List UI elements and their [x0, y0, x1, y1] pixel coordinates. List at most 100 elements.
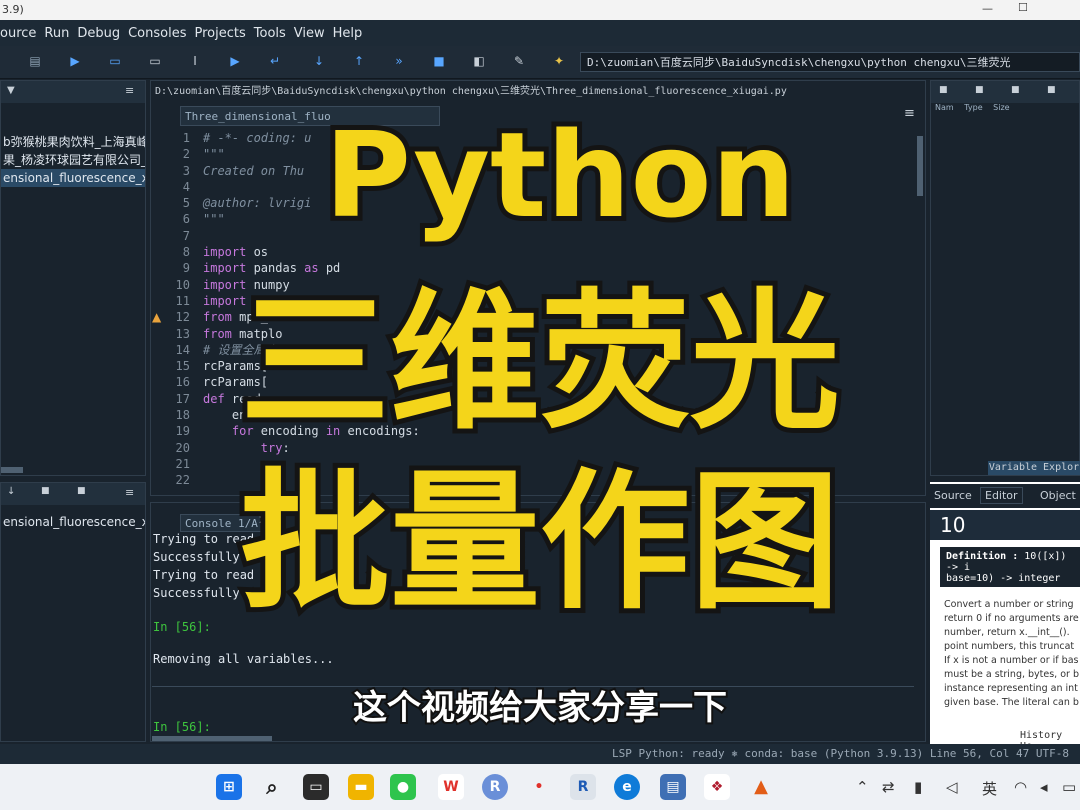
- toolbar-icon[interactable]: ↓: [7, 486, 15, 497]
- run-icon[interactable]: ▶: [68, 54, 82, 68]
- volume-icon[interactable]: ◂: [1040, 778, 1048, 796]
- help-definition: Definition : 10([x]) -> i base=10) -> in…: [940, 547, 1080, 587]
- menu-debug[interactable]: Debug: [77, 26, 120, 41]
- search-icon[interactable]: ■: [1047, 85, 1056, 95]
- line-number: 14: [175, 342, 190, 357]
- menu-run[interactable]: Run: [44, 26, 69, 41]
- dropdown-icon[interactable]: ▼: [7, 85, 15, 96]
- menu-icon[interactable]: ≡: [125, 84, 134, 97]
- chevron-up-icon[interactable]: ⌃: [856, 778, 869, 796]
- continue-icon[interactable]: »: [392, 54, 406, 68]
- keyword: import: [203, 261, 247, 276]
- file-item-selected[interactable]: ensional_fluorescence_xiu: [1, 169, 145, 187]
- files-pane-header: ▼ ≡: [1, 81, 145, 103]
- window-titlebar: 3.9) — ☐: [0, 0, 1080, 20]
- code-line[interactable]: import pandas as pd: [203, 260, 915, 276]
- file-item[interactable]: 果_杨凌环球园艺有限公司_: [1, 151, 145, 169]
- console-prompt[interactable]: In [56]:: [153, 718, 211, 736]
- python-path-icon[interactable]: ✦: [552, 54, 566, 68]
- line-number: 20: [175, 440, 190, 455]
- file-explorer-icon[interactable]: ▬: [348, 774, 374, 800]
- menu-help[interactable]: Help: [333, 26, 363, 41]
- outline-pane: ↓ ■ ■ ≡ ensional_fluorescence_xiu: [0, 482, 146, 742]
- save-icon[interactable]: ▤: [28, 54, 42, 68]
- line-number: 8: [182, 245, 190, 260]
- menu-projects[interactable]: Projects: [195, 26, 246, 41]
- minimize-icon[interactable]: —: [982, 2, 993, 15]
- menubar: ource Run Debug Consoles Projects Tools …: [0, 20, 1080, 46]
- editor-vscrollbar[interactable]: [917, 136, 923, 196]
- remove-all-icon[interactable]: ■: [1011, 85, 1020, 95]
- help-object-label: Object: [1040, 489, 1076, 502]
- definition-label: Definition :: [946, 551, 1019, 562]
- wechat-icon[interactable]: ●: [390, 774, 416, 800]
- help-source-select[interactable]: Editor: [980, 487, 1023, 504]
- file-item[interactable]: b弥猴桃果肉饮料_上海真峰: [1, 133, 145, 151]
- column-header[interactable]: Size: [993, 103, 1009, 112]
- preferences-icon[interactable]: ✎: [512, 54, 526, 68]
- files-hscrollbar[interactable]: [1, 467, 23, 473]
- input-language[interactable]: 英: [982, 778, 997, 799]
- stop-icon[interactable]: ■: [432, 54, 446, 68]
- menu-tools[interactable]: Tools: [254, 26, 286, 41]
- column-header[interactable]: Type: [964, 103, 982, 112]
- notepad-icon[interactable]: ▤: [660, 774, 686, 800]
- toolbar-icon[interactable]: ■: [77, 486, 86, 496]
- step-return-icon[interactable]: ↑: [352, 54, 366, 68]
- line-number: 4: [182, 179, 190, 194]
- line-number: 17: [175, 391, 190, 406]
- line-number: 2: [182, 147, 190, 162]
- run-cell-advance-icon[interactable]: ▭: [148, 54, 162, 68]
- sound-icon[interactable]: ◁: [946, 778, 958, 796]
- working-directory-input[interactable]: D:\zuomian\百度云同步\BaiduSyncdisk\chengxu\p…: [580, 52, 1080, 72]
- edge-icon[interactable]: e: [614, 774, 640, 800]
- import-data-icon[interactable]: ■: [939, 85, 948, 95]
- performance-icon[interactable]: ▮: [914, 778, 922, 796]
- wifi-icon[interactable]: ◠: [1014, 778, 1027, 796]
- pdf-icon[interactable]: ❖: [704, 774, 730, 800]
- dot-app-icon[interactable]: •: [526, 774, 552, 800]
- column-header[interactable]: Nam: [935, 103, 954, 112]
- network-settings-icon[interactable]: ⇄: [882, 778, 895, 796]
- outline-item[interactable]: ensional_fluorescence_xiu: [1, 513, 145, 531]
- definition-text-2: base=10) -> integer: [946, 573, 1061, 584]
- menu-consoles[interactable]: Consoles: [128, 26, 186, 41]
- identifier: pandas: [246, 261, 305, 276]
- battery-icon[interactable]: ▭: [1062, 778, 1076, 796]
- line-number: 18: [175, 408, 190, 423]
- debug-icon[interactable]: ▶: [228, 54, 242, 68]
- console-hscrollbar[interactable]: [152, 736, 272, 741]
- step-into-icon[interactable]: ↓: [312, 54, 326, 68]
- wps-icon[interactable]: W: [438, 774, 464, 800]
- line-number-gutter: 1 2 3 4 5 6 7 8 9 10 11 12 13 14 15 16 1…: [150, 130, 198, 490]
- maximize-pane-icon[interactable]: ◧: [472, 54, 486, 68]
- line-number: 10: [175, 277, 190, 292]
- line-number: 21: [175, 456, 190, 471]
- menu-source[interactable]: ource: [0, 26, 36, 41]
- line-number: 11: [175, 293, 190, 308]
- save-data-icon[interactable]: ■: [975, 85, 984, 95]
- toolbar-icon[interactable]: ■: [41, 486, 50, 496]
- statusbar: LSP Python: ready ⎈ conda: base (Python …: [0, 744, 1080, 764]
- menu-icon[interactable]: ≡: [125, 486, 134, 499]
- overlay-title-python: Python: [319, 101, 800, 249]
- r-icon[interactable]: R: [482, 774, 508, 800]
- menu-view[interactable]: View: [294, 26, 325, 41]
- line-number: 13: [175, 326, 190, 341]
- help-title: 10: [930, 510, 1080, 540]
- line-number: 6: [182, 212, 190, 227]
- line-number: 15: [175, 359, 190, 374]
- rstudio-icon[interactable]: R: [570, 774, 596, 800]
- variable-explorer-tab[interactable]: Variable Explor: [988, 461, 1080, 475]
- editor-menu-icon[interactable]: ≡: [904, 106, 915, 121]
- search-icon[interactable]: ⌕: [259, 774, 285, 800]
- maximize-icon[interactable]: ☐: [1018, 1, 1028, 14]
- matlab-icon[interactable]: ▲: [748, 774, 774, 800]
- line-number: 12: [175, 310, 190, 325]
- run-selection-icon[interactable]: I: [188, 54, 202, 68]
- step-icon[interactable]: ↵: [268, 54, 282, 68]
- run-cell-icon[interactable]: ▭: [108, 54, 122, 68]
- task-view-icon[interactable]: ▭: [303, 774, 329, 800]
- start-icon[interactable]: ⊞: [216, 774, 242, 800]
- variable-explorer-toolbar: ■ ■ ■ ■: [931, 81, 1079, 103]
